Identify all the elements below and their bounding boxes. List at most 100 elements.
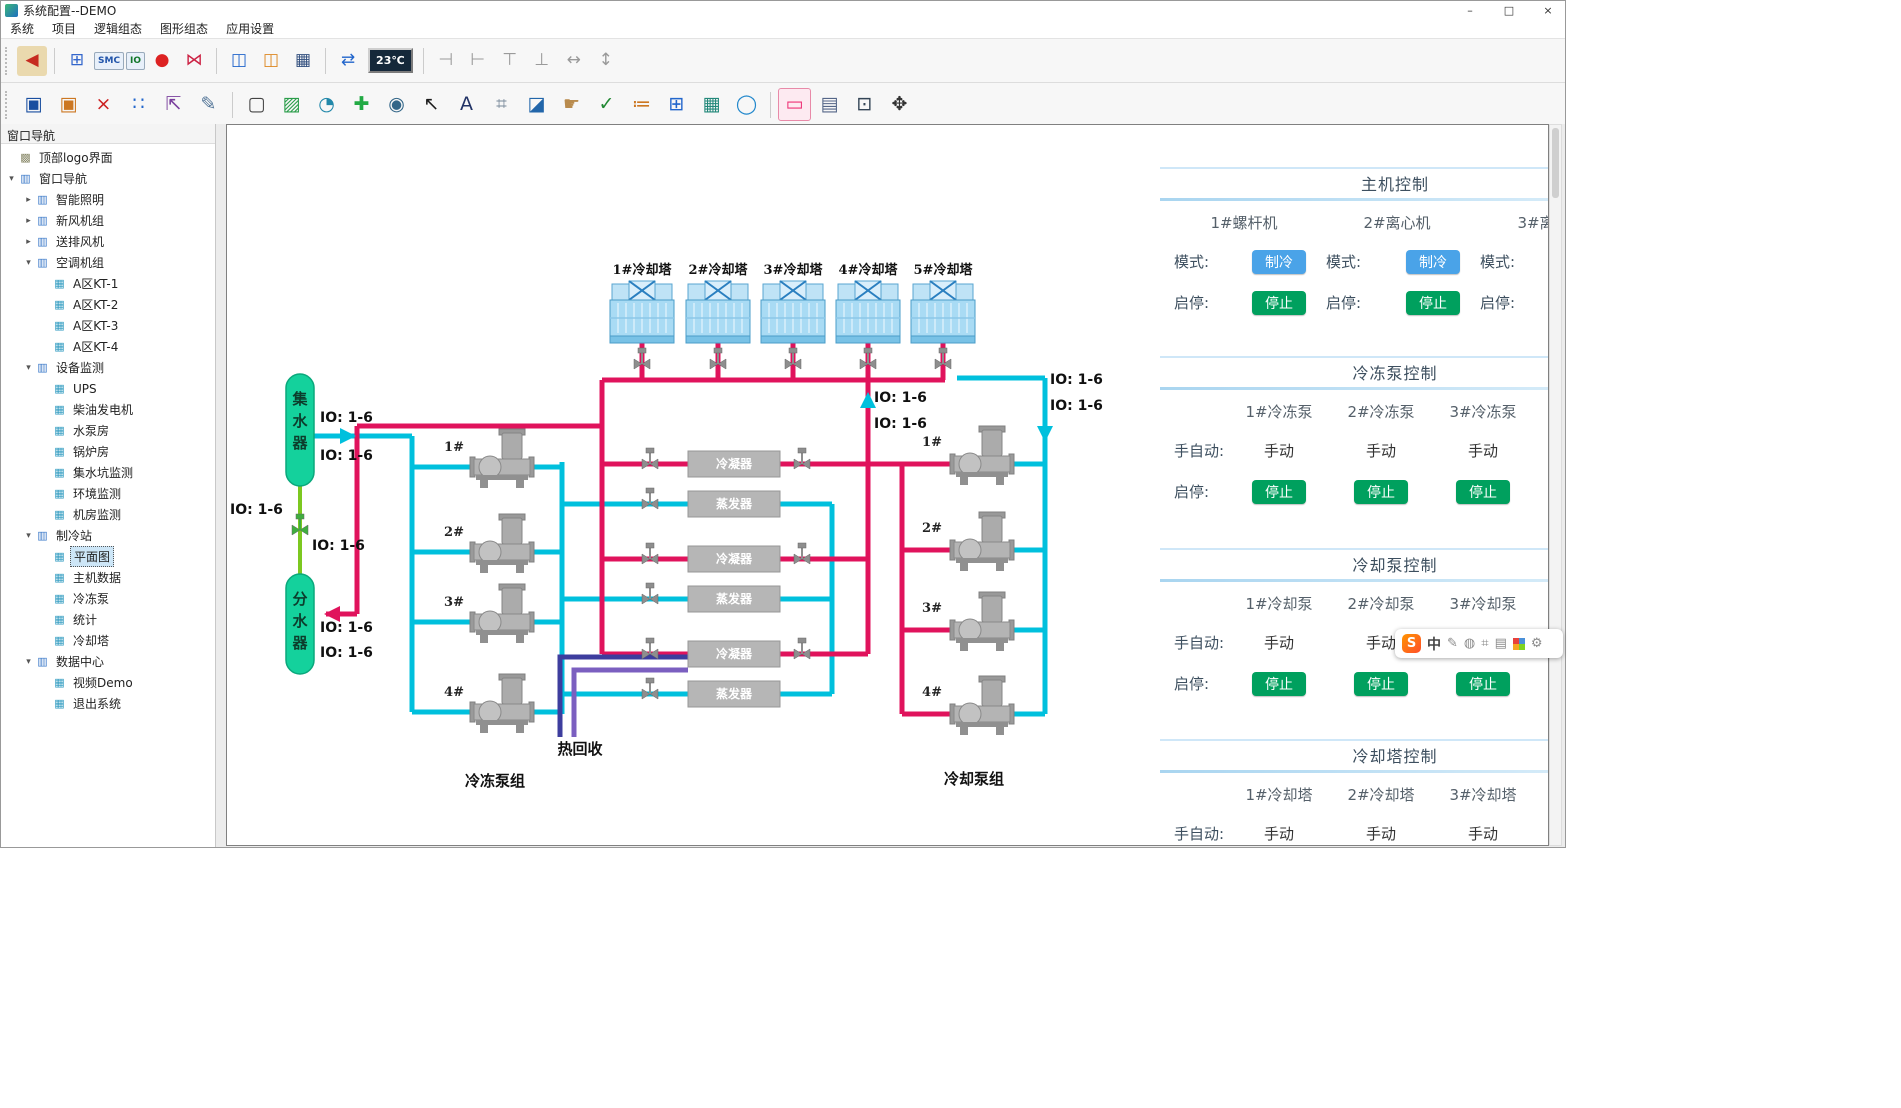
manual-auto-value[interactable]: 手动 <box>1366 634 1396 652</box>
manual-auto-value[interactable]: 手动 <box>1366 442 1396 460</box>
pump[interactable] <box>470 674 534 733</box>
tree-item[interactable]: ▦冷却塔 <box>1 630 215 651</box>
pump[interactable] <box>950 676 1014 735</box>
cooling-tower[interactable]: 4#冷却塔 <box>836 262 900 343</box>
collector-vessel[interactable]: 集水器 <box>286 374 314 486</box>
align-top-icon[interactable]: ⊤ <box>495 46 525 76</box>
tree-item[interactable]: ▾▥设备监测 <box>1 357 215 378</box>
tree-item[interactable]: ▦柴油发电机 <box>1 399 215 420</box>
tree-item[interactable]: ▦A区KT-4 <box>1 336 215 357</box>
stop-button[interactable]: 停止 <box>1252 291 1306 315</box>
tree-item[interactable]: ▦冷冻泵 <box>1 588 215 609</box>
io-config-icon[interactable]: IO <box>126 52 145 70</box>
distributor-vessel[interactable]: 分水器 <box>286 574 314 674</box>
tree-item[interactable]: ▾▥窗口导航 <box>1 168 215 189</box>
align-left-icon[interactable]: ⊣ <box>431 46 461 76</box>
tree-item[interactable]: ▦机房监测 <box>1 504 215 525</box>
menu-item[interactable]: 图形组态 <box>151 20 217 37</box>
stop-button[interactable]: 停止 <box>1354 672 1408 696</box>
collapse-icon[interactable]: ▾ <box>5 174 18 184</box>
tree-item[interactable]: ▦UPS <box>1 378 215 399</box>
ime-toolbar[interactable]: S中 ✎ ◍ ⌗ ▤ ⚙ <box>1395 629 1563 658</box>
save-all-icon[interactable]: ▣ <box>52 88 85 121</box>
mic-icon[interactable]: ◍ <box>1464 636 1475 651</box>
pump[interactable] <box>950 426 1014 485</box>
chiller-unit[interactable]: 冷凝器蒸发器 <box>688 546 780 612</box>
checkbox-tool-icon[interactable]: ✓ <box>590 88 623 121</box>
rect-tool-icon[interactable]: ▭ <box>778 88 811 121</box>
canvas-vertical-scrollbar[interactable] <box>1549 124 1562 846</box>
smc-config-icon[interactable]: SMC <box>94 52 124 70</box>
toolbar-grip[interactable] <box>5 91 11 119</box>
toolbox-icon[interactable] <box>1513 638 1525 650</box>
close-button[interactable]: × <box>1531 2 1565 19</box>
ime-mode-indicator[interactable]: 中 <box>1427 634 1441 654</box>
table-tool-icon[interactable]: ⊞ <box>660 88 693 121</box>
wrench-icon[interactable]: ⚙ <box>1531 636 1543 651</box>
tree-item[interactable]: ▦环境监测 <box>1 483 215 504</box>
tag-edit-icon[interactable]: ✎ <box>192 88 225 121</box>
tree-item[interactable]: ▦A区KT-3 <box>1 315 215 336</box>
pen-icon[interactable]: ✎ <box>1447 636 1458 651</box>
add-screen-icon[interactable]: ✚ <box>345 88 378 121</box>
design-canvas[interactable]: 1#冷却塔2#冷却塔3#冷却塔4#冷却塔5#冷却塔集水器分水器冷凝器蒸发器冷凝器… <box>226 124 1549 846</box>
fullscreen-icon[interactable]: ✥ <box>883 88 916 121</box>
manual-auto-value[interactable]: 手动 <box>1264 442 1294 460</box>
form-tool-icon[interactable]: ▤ <box>813 88 846 121</box>
tree-item[interactable]: ▸▥智能照明 <box>1 189 215 210</box>
tree-item[interactable]: ▸▥送排风机 <box>1 231 215 252</box>
stop-button[interactable]: 停止 <box>1406 291 1460 315</box>
tree-item[interactable]: ▦退出系统 <box>1 693 215 714</box>
stop-button[interactable]: 停止 <box>1252 480 1306 504</box>
cooling-tower[interactable]: 5#冷却塔 <box>911 262 975 343</box>
menu-item[interactable]: 逻辑组态 <box>85 20 151 37</box>
manual-auto-value[interactable]: 手动 <box>1468 825 1498 843</box>
device-config-icon[interactable]: ⊞ <box>62 46 92 76</box>
toolbar-grip[interactable] <box>5 47 11 75</box>
tree-item[interactable]: ▦统计 <box>1 609 215 630</box>
keyboard-icon[interactable]: ⌗ <box>1481 636 1488 651</box>
tree-item[interactable]: ▦集水坑监测 <box>1 462 215 483</box>
manual-auto-value[interactable]: 手动 <box>1264 825 1294 843</box>
label-tool-icon[interactable]: ⌗ <box>485 88 518 121</box>
tree-item[interactable]: ▸▥新风机组 <box>1 210 215 231</box>
screen-manage-icon[interactable]: ◫ <box>224 46 254 76</box>
tree-item[interactable]: ▦水泵房 <box>1 420 215 441</box>
collapse-icon[interactable]: ▾ <box>22 657 35 667</box>
screen-copy-icon[interactable]: ◫ <box>256 46 286 76</box>
tree-item[interactable]: ▦视频Demo <box>1 672 215 693</box>
chiller-unit[interactable]: 冷凝器蒸发器 <box>688 451 780 517</box>
exit-app-icon[interactable]: ◀ <box>17 46 47 76</box>
cooling-tower[interactable]: 3#冷却塔 <box>761 262 825 343</box>
screen-sync-icon[interactable]: ⇄ <box>333 46 363 76</box>
pump[interactable] <box>470 584 534 643</box>
mode-button[interactable]: 制冷 <box>1406 250 1460 274</box>
delete-icon[interactable]: × <box>87 88 120 121</box>
circle-tool-icon[interactable]: ◯ <box>730 88 763 121</box>
distribute-vertical-icon[interactable]: ↕ <box>591 46 621 76</box>
collapse-icon[interactable]: ▾ <box>22 258 35 268</box>
chiller-unit[interactable]: 冷凝器蒸发器 <box>688 641 780 707</box>
download-device-icon[interactable]: ▦ <box>288 46 318 76</box>
phrase-icon[interactable]: ▤ <box>1495 636 1507 651</box>
tree-item[interactable]: ▩顶部logo界面 <box>1 147 215 168</box>
export-icon[interactable]: ⇱ <box>157 88 190 121</box>
test-point-icon[interactable]: ● <box>147 46 177 76</box>
minimize-button[interactable]: – <box>1453 2 1487 19</box>
collapse-icon[interactable]: ▾ <box>22 363 35 373</box>
pump[interactable] <box>950 512 1014 571</box>
align-bottom-icon[interactable]: ⊥ <box>527 46 557 76</box>
sogou-logo[interactable]: S <box>1402 634 1421 653</box>
tree-item[interactable]: ▦A区KT-1 <box>1 273 215 294</box>
report-tool-icon[interactable]: ▦ <box>695 88 728 121</box>
cooling-tower[interactable]: 2#冷却塔 <box>686 262 750 343</box>
page-screen-icon[interactable]: ▢ <box>240 88 273 121</box>
tree-item[interactable]: ▦主机数据 <box>1 567 215 588</box>
maximize-button[interactable]: □ <box>1492 2 1526 19</box>
scrollbar-thumb[interactable] <box>1552 128 1559 198</box>
manual-auto-value[interactable]: 手动 <box>1366 825 1396 843</box>
mode-button[interactable]: 制冷 <box>1252 250 1306 274</box>
cooling-tower[interactable]: 1#冷却塔 <box>610 262 674 343</box>
menu-item[interactable]: 应用设置 <box>217 20 283 37</box>
clock-tool-icon[interactable]: ◔ <box>310 88 343 121</box>
